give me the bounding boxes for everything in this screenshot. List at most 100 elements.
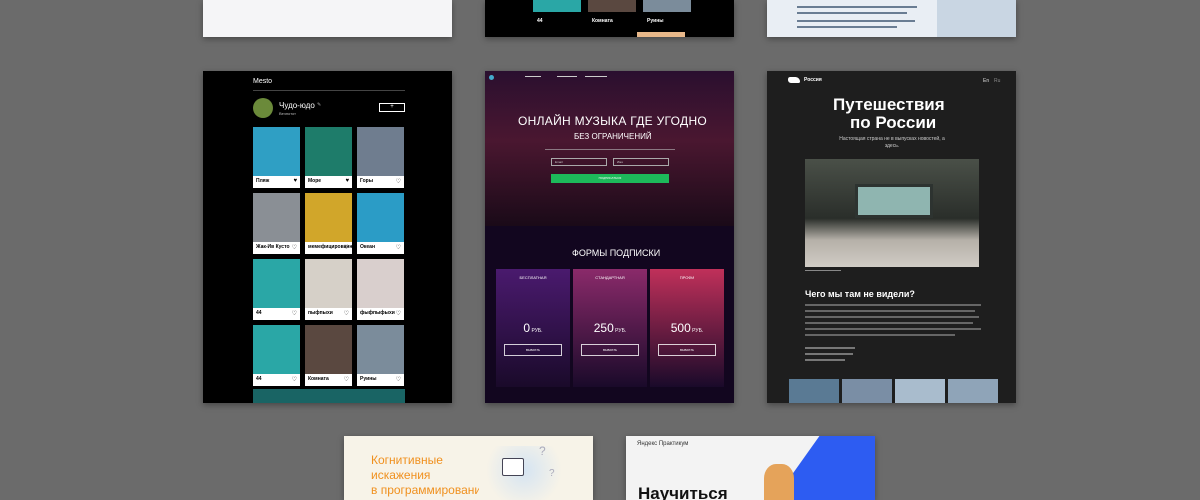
mesto-logo: Mesto xyxy=(253,78,273,85)
cog-line3: в программировании xyxy=(371,483,488,497)
heart-icon[interactable]: ♥ xyxy=(345,178,349,184)
place-card[interactable]: мемефицированный ♡ xyxy=(305,193,360,254)
place-caption: Море xyxy=(308,178,322,184)
question-icon-2: ? xyxy=(549,468,555,479)
plan-card[interactable]: БЕСПЛАТНАЯ 0 РУБ. ВЫБРАТЬ xyxy=(496,269,570,387)
heart-icon[interactable]: ♡ xyxy=(292,244,297,251)
heart-icon[interactable]: ♡ xyxy=(396,178,401,185)
place-caption: мемефицированный xyxy=(308,244,360,250)
place-image[interactable] xyxy=(305,193,352,242)
russia-logo: Россия xyxy=(804,77,822,83)
heart-icon[interactable]: ♥ xyxy=(293,178,297,184)
music-title: ОНЛАЙН МУЗЫКА ГДЕ УГОДНО xyxy=(518,114,708,128)
plan-price-unit: РУБ. xyxy=(613,328,627,334)
partial-card-caption-3: Руины xyxy=(647,18,664,24)
plan-price: 0 РУБ. xyxy=(496,321,570,335)
plan-name: СТАНДАРТНАЯ xyxy=(595,275,625,280)
heart-icon[interactable]: ♡ xyxy=(396,310,401,317)
place-image[interactable] xyxy=(253,127,300,176)
russia-title-line2: по России xyxy=(850,113,937,132)
heart-icon[interactable]: ♡ xyxy=(396,376,401,383)
place-caption: Горы xyxy=(360,178,373,184)
place-image[interactable] xyxy=(253,259,300,308)
place-image[interactable] xyxy=(305,127,352,176)
avatar[interactable] xyxy=(253,98,273,118)
profile-subtitle: Вечнотот xyxy=(279,111,296,116)
place-card[interactable]: 44 ♡ xyxy=(253,259,300,320)
plan-select-button[interactable]: ВЫБРАТЬ xyxy=(504,344,562,356)
pencil-icon[interactable]: ✎ xyxy=(317,102,321,108)
heart-icon[interactable]: ♡ xyxy=(344,244,349,251)
place-card[interactable]: Море ♥ xyxy=(305,127,352,188)
place-caption: Пляж xyxy=(256,178,270,184)
place-caption: пыфпыхи xyxy=(308,310,333,316)
place-image[interactable] xyxy=(253,325,300,374)
yandex-headline: Научиться xyxy=(638,484,728,500)
cog-line2: искажения xyxy=(371,468,431,482)
place-card[interactable]: Жак-Ив Кусто ♡ xyxy=(253,193,300,254)
place-caption: Комната xyxy=(308,376,329,382)
plan-name: ПРОФИ xyxy=(679,275,695,280)
place-caption: 44 xyxy=(256,310,262,316)
place-caption: Руины xyxy=(360,376,377,382)
add-card-button[interactable]: + xyxy=(379,103,405,112)
lang-ru[interactable]: Ru xyxy=(994,78,1000,84)
mesto-project-card[interactable]: Mesto Чудо-юдо ✎ Вечнотот + Пляж ♥ Море ♥ Го… xyxy=(203,71,452,403)
partial-card-caption-1: 44 xyxy=(537,18,543,24)
place-caption: фыфпыфыхи xyxy=(360,310,395,316)
russia-lead: Настоящая страна не в выпусках новостей,… xyxy=(839,136,945,149)
place-card[interactable]: Руины ♡ xyxy=(357,325,404,386)
russia-map-icon xyxy=(788,77,800,83)
plan-select-button[interactable]: ВЫБРАТЬ xyxy=(658,344,716,356)
place-card[interactable]: 44 ♡ xyxy=(253,325,300,386)
robot-illustration xyxy=(502,458,524,476)
plan-card[interactable]: ПРОФИ 500 РУБ. ВЫБРАТЬ xyxy=(650,269,724,387)
cog-line1: Когнитивные xyxy=(371,453,443,467)
child-illustration xyxy=(764,464,794,500)
heart-icon[interactable]: ♡ xyxy=(344,310,349,317)
music-logo-icon xyxy=(489,75,494,80)
place-card[interactable]: Пляж ♥ xyxy=(253,127,300,188)
place-card[interactable]: Океан ♡ xyxy=(357,193,404,254)
subscribe-button[interactable]: ПОДПИСАТЬСЯ xyxy=(551,174,669,183)
heart-icon[interactable]: ♡ xyxy=(344,376,349,383)
place-image[interactable] xyxy=(357,127,404,176)
question-icon: ? xyxy=(539,444,546,458)
section-title: Чего мы там не видели? xyxy=(805,289,915,299)
name-input[interactable]: Имя xyxy=(613,158,669,166)
heart-icon[interactable]: ♡ xyxy=(292,310,297,317)
russia-title-line1: Путешествия xyxy=(833,95,945,114)
plan-price-value: 250 xyxy=(593,321,614,335)
place-caption: 44 xyxy=(256,376,262,382)
place-card[interactable]: пыфпыхи ♡ xyxy=(305,259,352,320)
project-card-partial-1[interactable] xyxy=(203,0,452,37)
place-image[interactable] xyxy=(357,259,404,308)
plans-title: ФОРМЫ ПОДПИСКИ xyxy=(572,248,661,258)
lang-en[interactable]: En xyxy=(983,78,989,84)
place-caption: Океан xyxy=(360,244,375,250)
place-card[interactable]: фыфпыфыхи ♡ xyxy=(357,259,404,320)
plan-price-value: 500 xyxy=(670,321,691,335)
place-caption: Жак-Ив Кусто xyxy=(256,244,290,250)
music-project-card[interactable]: ОНЛАЙН МУЗЫКА ГДЕ УГОДНО БЕЗ ОГРАНИЧЕНИЙ… xyxy=(485,71,734,403)
place-image[interactable] xyxy=(357,325,404,374)
partial-card-caption-2: Комната xyxy=(592,18,613,24)
yandex-project-card[interactable]: Яндекс Практикум Научиться xyxy=(626,436,875,500)
place-image[interactable] xyxy=(253,193,300,242)
project-card-partial-3[interactable] xyxy=(767,0,1016,37)
heart-icon[interactable]: ♡ xyxy=(396,244,401,251)
cognitive-project-card[interactable]: Когнитивные искажения в программировании… xyxy=(344,436,593,500)
place-image[interactable] xyxy=(357,193,404,242)
place-card[interactable]: Горы ♡ xyxy=(357,127,404,188)
place-card[interactable]: Комната ♡ xyxy=(305,325,352,386)
place-image[interactable] xyxy=(305,325,352,374)
place-image[interactable] xyxy=(305,259,352,308)
plan-card[interactable]: СТАНДАРТНАЯ 250 РУБ. ВЫБРАТЬ xyxy=(573,269,647,387)
heart-icon[interactable]: ♡ xyxy=(292,376,297,383)
plan-price-unit: РУБ. xyxy=(530,328,543,334)
yandex-brand: Яндекс Практикум xyxy=(637,441,689,447)
email-input[interactable]: Email xyxy=(551,158,607,166)
russia-project-card[interactable]: Россия En Ru Путешествия по России Насто… xyxy=(767,71,1016,403)
project-card-partial-2[interactable]: 44 Комната Руины xyxy=(485,0,734,37)
plan-select-button[interactable]: ВЫБРАТЬ xyxy=(581,344,639,356)
